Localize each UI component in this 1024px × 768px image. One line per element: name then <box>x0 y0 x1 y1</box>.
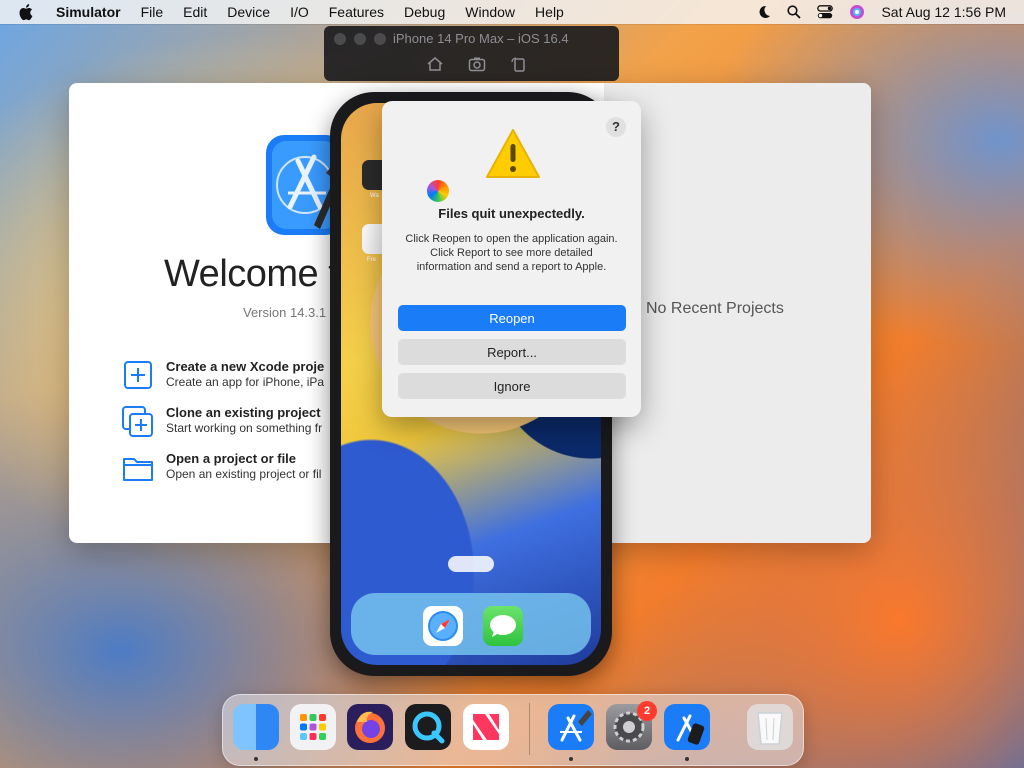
menu-io[interactable]: I/O <box>280 0 319 24</box>
running-indicator <box>685 757 689 761</box>
messages-icon[interactable] <box>483 606 523 646</box>
menu-window[interactable]: Window <box>455 0 525 24</box>
app-label: Fre <box>367 257 376 263</box>
search-icon[interactable] <box>787 5 802 19</box>
launchpad-icon[interactable] <box>290 704 336 750</box>
app-label: Wa <box>370 193 379 199</box>
notification-badge: 2 <box>637 701 657 721</box>
quicktime-icon[interactable] <box>405 704 451 750</box>
screenshot-icon[interactable] <box>468 56 486 72</box>
action-subtitle: Start working on something fr <box>166 421 323 435</box>
rotate-icon[interactable] <box>510 56 528 72</box>
menu-features[interactable]: Features <box>319 0 394 24</box>
minimize-button[interactable] <box>354 33 366 45</box>
firefox-icon[interactable] <box>347 704 393 750</box>
menu-help[interactable]: Help <box>525 0 574 24</box>
files-app-icon <box>427 180 449 202</box>
news-icon[interactable] <box>463 704 509 750</box>
macos-dock: 2 <box>222 694 804 766</box>
menu-bar: Simulator File Edit Device I/O Features … <box>0 0 1024 24</box>
plus-square-icon <box>121 359 155 393</box>
action-title: Create a new Xcode proje <box>166 359 325 374</box>
xcode-dock-icon[interactable] <box>548 704 594 750</box>
simulator-dock-icon[interactable] <box>664 704 710 750</box>
finder-icon[interactable] <box>233 704 279 750</box>
menu-device[interactable]: Device <box>217 0 280 24</box>
action-title: Clone an existing project <box>166 405 321 420</box>
close-button[interactable] <box>334 33 346 45</box>
alert-message: Click Reopen to open the application aga… <box>405 233 618 273</box>
menu-debug[interactable]: Debug <box>394 0 455 24</box>
help-button[interactable]: ? <box>606 117 626 137</box>
warning-icon <box>484 127 542 181</box>
apple-menu-icon[interactable] <box>18 3 34 21</box>
control-center-icon[interactable] <box>817 5 834 19</box>
running-indicator <box>254 757 258 761</box>
moon-icon[interactable] <box>757 5 771 19</box>
window-controls <box>334 33 386 45</box>
simulator-toolbar: iPhone 14 Pro Max – iOS 16.4 <box>324 26 619 81</box>
alert-heading: Files quit unexpectedly. <box>438 206 585 221</box>
simulator-title: iPhone 14 Pro Max – iOS 16.4 <box>393 31 569 46</box>
action-subtitle: Create an app for iPhone, iPa <box>166 375 325 389</box>
version-label: Version 14.3.1 <box>243 305 327 320</box>
siri-icon[interactable] <box>849 4 865 20</box>
page-indicator[interactable] <box>448 556 494 572</box>
menu-edit[interactable]: Edit <box>173 0 217 24</box>
crash-alert-dialog: ? Files quit unexpectedly. Click Reopen … <box>382 101 641 417</box>
report-button[interactable]: Report... <box>398 339 626 365</box>
trash-icon[interactable] <box>747 704 793 750</box>
home-icon[interactable] <box>426 56 444 72</box>
iphone-dock <box>351 593 591 655</box>
folder-icon <box>121 451 155 485</box>
action-title: Open a project or file <box>166 451 297 466</box>
running-indicator <box>569 757 573 761</box>
action-subtitle: Open an existing project or fil <box>166 467 322 481</box>
menu-clock[interactable]: Sat Aug 12 1:56 PM <box>881 4 1006 20</box>
welcome-title: Welcome t <box>164 253 339 295</box>
clone-icon <box>121 405 155 439</box>
safari-icon[interactable] <box>423 606 463 646</box>
zoom-button[interactable] <box>374 33 386 45</box>
ignore-button[interactable]: Ignore <box>398 373 626 399</box>
reopen-button[interactable]: Reopen <box>398 305 626 331</box>
dock-separator <box>529 703 530 755</box>
no-recent-projects-label: No Recent Projects <box>646 300 784 317</box>
menu-file[interactable]: File <box>131 0 174 24</box>
menu-app-name[interactable]: Simulator <box>50 0 131 24</box>
